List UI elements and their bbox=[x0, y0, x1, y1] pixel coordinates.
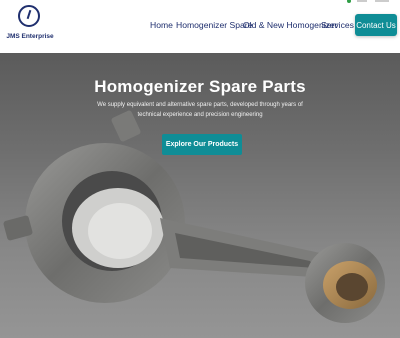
nav-home[interactable]: Home bbox=[150, 20, 173, 30]
contact-us-button[interactable]: Contact Us bbox=[355, 14, 397, 36]
hero-title: Homogenizer Spare Parts bbox=[94, 77, 306, 96]
hero-subtitle: We supply equivalent and alternative spa… bbox=[97, 102, 303, 118]
nav-homogenizer-spare[interactable]: Homogenizer Spare bbox=[176, 20, 252, 30]
explore-products-button[interactable]: Explore Our Products bbox=[162, 134, 242, 155]
top-bar-icons bbox=[347, 0, 389, 3]
nav-services[interactable]: Services bbox=[321, 20, 354, 30]
gear-circle-icon bbox=[18, 5, 40, 27]
brand-name: JMS Enterprise bbox=[6, 33, 54, 40]
hero-section: Homogenizer Spare Parts We supply equiva… bbox=[0, 53, 400, 338]
brand-logo[interactable]: JMS Enterprise bbox=[5, 4, 55, 50]
site-header: JMS Enterprise Home Homogenizer Spare Ol… bbox=[0, 0, 400, 53]
